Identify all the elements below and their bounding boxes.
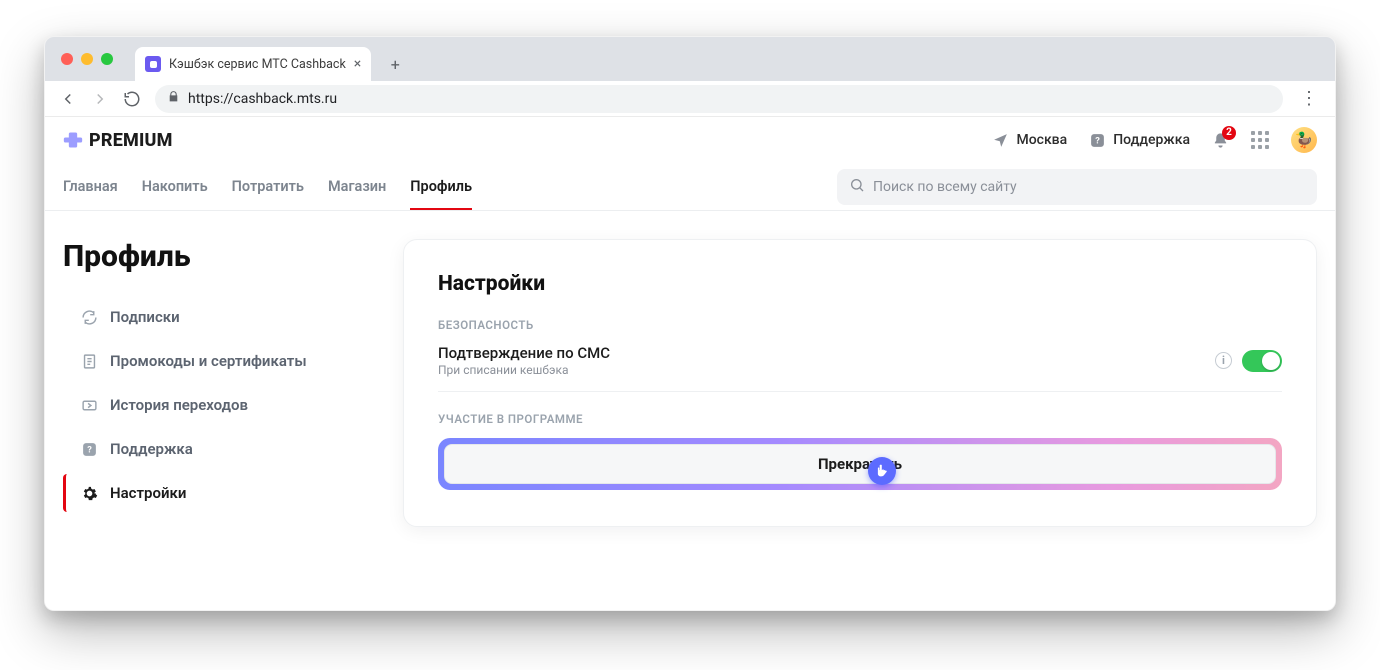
receipt-icon: [80, 352, 98, 370]
search-icon: [849, 177, 865, 197]
nav-profile[interactable]: Профиль: [410, 163, 472, 210]
stop-button[interactable]: Прекратить: [444, 444, 1276, 484]
svg-text:?: ?: [87, 444, 92, 455]
card-title: Настройки: [438, 272, 1282, 296]
browser-window: Кэшбэк сервис МТС Cashback × + https://c…: [44, 36, 1336, 611]
reload-button[interactable]: [123, 90, 141, 108]
section-program-label: Участие в программе: [438, 412, 1282, 426]
support-link[interactable]: ? Поддержка: [1089, 132, 1190, 149]
window-minimize-icon[interactable]: [81, 53, 93, 65]
arrow-right-icon: [80, 396, 98, 414]
tab-title: Кэшбэк сервис МТС Cashback: [169, 57, 346, 72]
avatar[interactable]: 🦆: [1291, 127, 1317, 153]
sidebar-item-promo[interactable]: Промокоды и сертификаты: [63, 342, 363, 380]
logo-text: PREMIUM: [89, 130, 173, 151]
nav-earn[interactable]: Накопить: [142, 163, 208, 210]
gear-icon: [80, 484, 98, 502]
nav-shop[interactable]: Магазин: [328, 163, 386, 210]
question-icon: ?: [80, 440, 98, 458]
new-tab-button[interactable]: +: [381, 50, 409, 78]
sms-confirmation-row: Подтверждение по СМС При списании кешбэк…: [438, 344, 1282, 392]
apps-grid-button[interactable]: [1251, 131, 1269, 149]
location-label: Москва: [1016, 132, 1067, 148]
sidebar-item-settings[interactable]: Настройки: [63, 474, 363, 512]
tab-close-icon[interactable]: ×: [354, 57, 361, 71]
nav-main[interactable]: Главная: [63, 163, 118, 210]
cursor-pointer-icon: [868, 457, 896, 485]
browser-tab[interactable]: Кэшбэк сервис МТС Cashback ×: [135, 47, 371, 81]
sidebar-item-label: Поддержка: [110, 440, 193, 458]
settings-card: Настройки Безопасность Подтверждение по …: [403, 239, 1317, 527]
browser-toolbar: https://cashback.mts.ru ⋮: [45, 81, 1335, 117]
info-icon[interactable]: i: [1215, 352, 1232, 369]
sms-title: Подтверждение по СМС: [438, 344, 610, 362]
location-icon: [992, 132, 1009, 149]
sidebar-item-support[interactable]: ? Поддержка: [63, 430, 363, 468]
sidebar-item-history[interactable]: История переходов: [63, 386, 363, 424]
main-nav: Главная Накопить Потратить Магазин Профи…: [45, 163, 1335, 211]
search-input[interactable]: Поиск по всему сайту: [837, 169, 1317, 205]
refresh-icon: [80, 308, 98, 326]
address-bar[interactable]: https://cashback.mts.ru: [155, 85, 1283, 113]
favicon-icon: [145, 56, 161, 72]
browser-menu-button[interactable]: ⋮: [1297, 88, 1321, 109]
url-text: https://cashback.mts.ru: [188, 91, 337, 107]
window-maximize-icon[interactable]: [101, 53, 113, 65]
search-placeholder: Поиск по всему сайту: [873, 179, 1017, 195]
site-header: PREMIUM Москва ? Поддержка 2: [45, 117, 1335, 163]
highlight-frame: Прекратить: [438, 438, 1282, 490]
window-close-icon[interactable]: [61, 53, 73, 65]
notification-badge: 2: [1222, 126, 1236, 140]
sidebar-item-label: Подписки: [110, 308, 180, 326]
forward-button[interactable]: [91, 90, 109, 108]
nav-spend[interactable]: Потратить: [232, 163, 304, 210]
sms-toggle[interactable]: [1242, 350, 1282, 372]
sidebar-item-subscriptions[interactable]: Подписки: [63, 298, 363, 336]
logo-icon: [63, 130, 83, 150]
sidebar-menu: Подписки Промокоды и сертификаты История…: [63, 298, 363, 512]
sidebar-item-label: Настройки: [110, 484, 186, 502]
location-selector[interactable]: Москва: [992, 132, 1067, 149]
page-title: Профиль: [63, 239, 363, 274]
lock-icon: [167, 90, 180, 107]
page-content: PREMIUM Москва ? Поддержка 2: [45, 117, 1335, 610]
logo[interactable]: PREMIUM: [63, 130, 173, 151]
help-icon: ?: [1089, 132, 1106, 149]
browser-tab-bar: Кэшбэк сервис МТС Cashback × +: [45, 37, 1335, 81]
section-security-label: Безопасность: [438, 318, 1282, 332]
support-label: Поддержка: [1113, 132, 1190, 148]
sidebar-item-label: Промокоды и сертификаты: [110, 352, 307, 370]
sidebar-item-label: История переходов: [110, 396, 248, 414]
back-button[interactable]: [59, 90, 77, 108]
svg-text:?: ?: [1095, 135, 1100, 146]
notifications-button[interactable]: 2: [1212, 132, 1229, 149]
window-controls[interactable]: [57, 37, 119, 81]
sms-subtitle: При списании кешбэка: [438, 363, 610, 377]
